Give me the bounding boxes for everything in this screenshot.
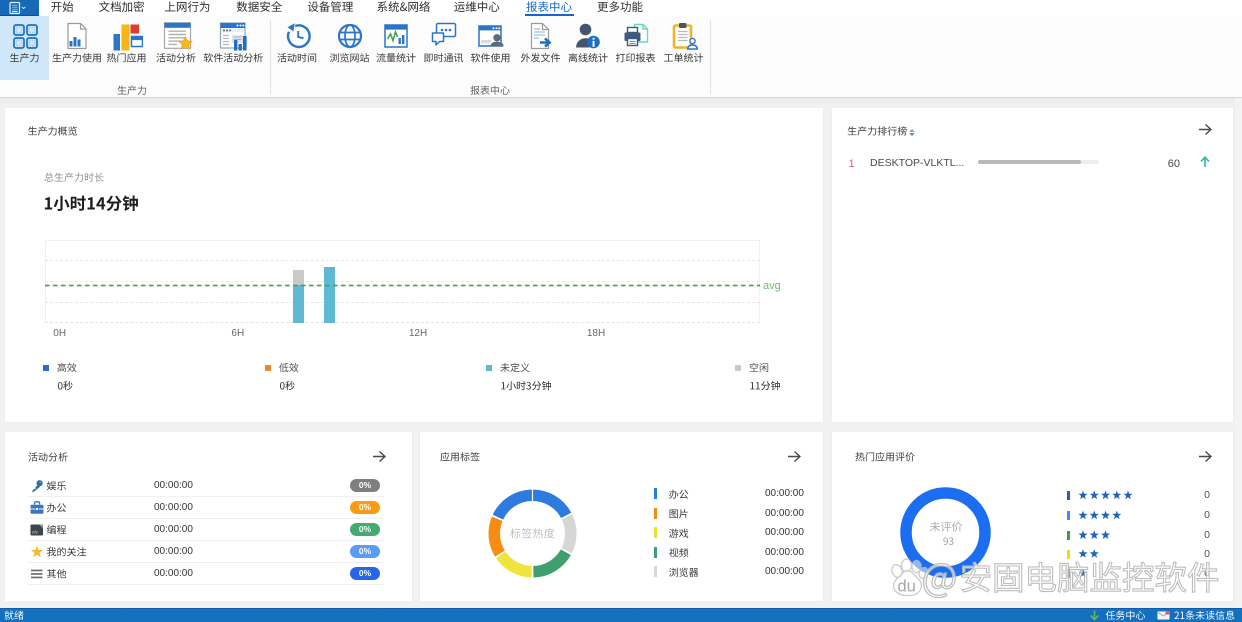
svg-text:c/s: c/s <box>32 530 39 535</box>
